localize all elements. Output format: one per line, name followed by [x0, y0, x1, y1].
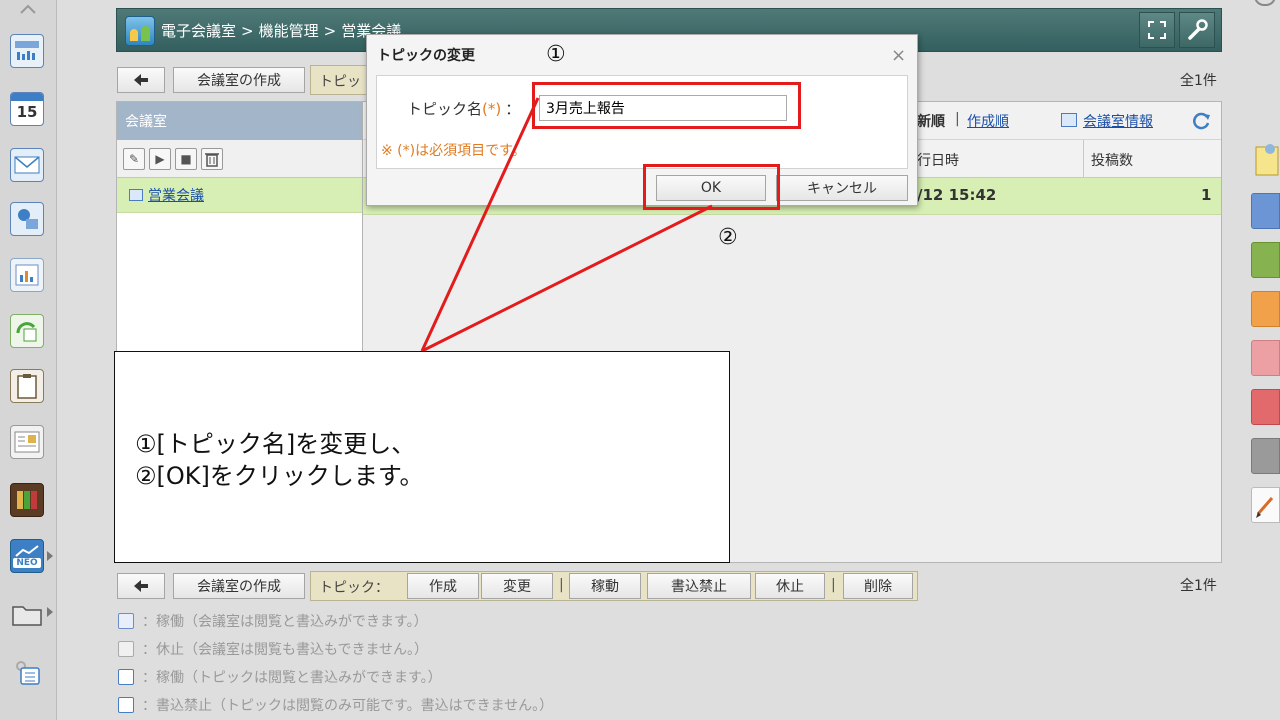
create-topic-button[interactable]: 作成: [407, 573, 479, 599]
change-topic-button[interactable]: 変更: [481, 573, 553, 599]
activate-topic-button[interactable]: 稼動: [569, 573, 641, 599]
topic-label-bottom: トピック：: [319, 580, 389, 596]
delete-topic-button[interactable]: 削除: [843, 573, 913, 599]
instruction-line-1: ①[トピック名]を変更し、: [135, 430, 416, 458]
legend-room-paused: ：休止（会議室は閲覧も書込もできません。）: [118, 638, 428, 660]
legend-topic-active: ：稼働（トピックは閲覧と書込みができます。）: [118, 666, 442, 688]
topic-active-icon: [118, 669, 134, 685]
marker-1: ①: [546, 42, 566, 67]
create-room-button-bottom[interactable]: 会議室の作成: [173, 573, 305, 599]
room-active-icon: [118, 613, 134, 629]
record-count-bottom: 全1件: [1180, 578, 1217, 594]
topic-nowrite-icon: [118, 697, 134, 713]
instruction-line-2: ②[OK]をクリックします。: [135, 462, 424, 490]
topic-toolbar-bottom: トピック： 作成 変更 | 稼動 書込禁止 休止 | 削除: [310, 571, 918, 601]
no-write-topic-button[interactable]: 書込禁止: [647, 573, 751, 599]
back-arrow-icon: [134, 580, 148, 592]
room-paused-icon: [118, 641, 134, 657]
instruction-callout: ①[トピック名]を変更し、 ②[OK]をクリックします。: [114, 351, 730, 563]
highlight-topic-input: [532, 82, 801, 129]
marker-2: ②: [718, 225, 738, 250]
legend-room-active: ：稼働（会議室は閲覧と書込みができます。）: [118, 610, 428, 632]
highlight-ok-button: [643, 164, 780, 210]
legend-topic-nowrite: ：書込禁止（トピックは閲覧のみ可能です。書込はできません。）: [118, 694, 553, 716]
pause-topic-button[interactable]: 休止: [755, 573, 825, 599]
back-button-bottom[interactable]: [117, 573, 165, 599]
